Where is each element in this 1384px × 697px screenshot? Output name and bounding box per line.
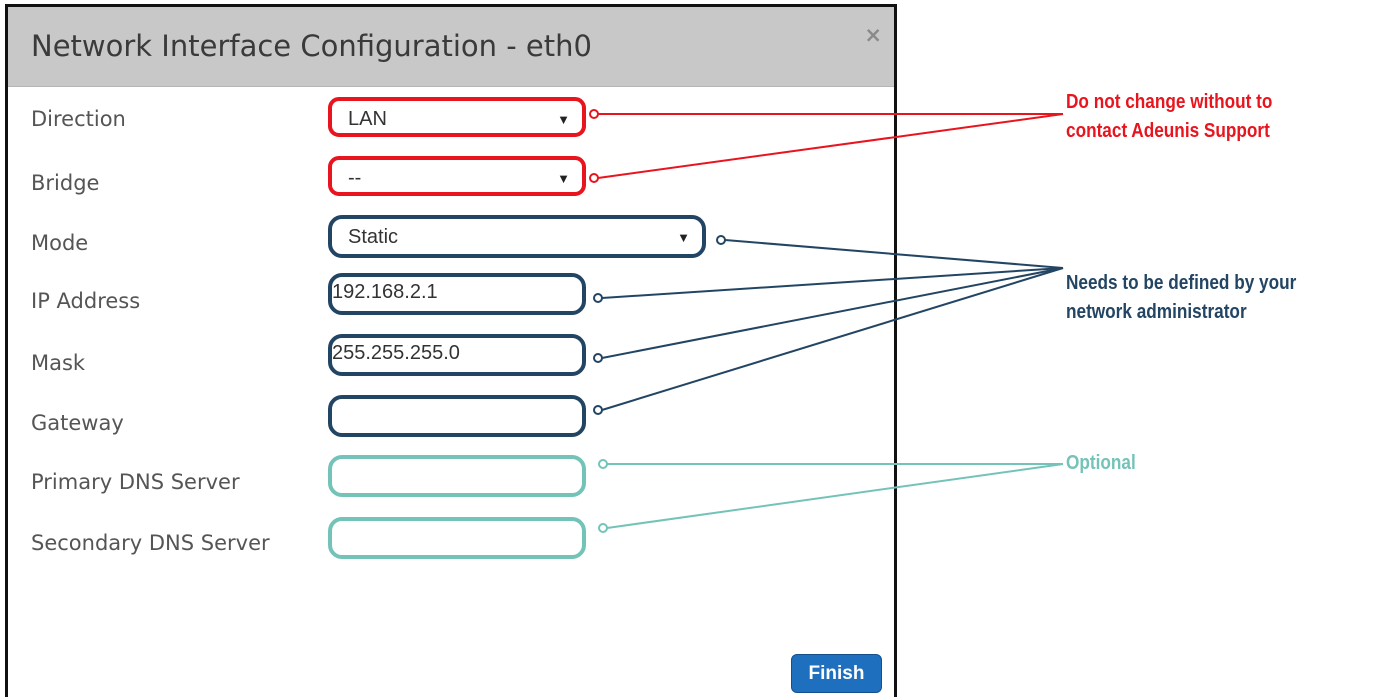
red-dot-direction [589,109,599,119]
annotation-red-line2: contact Adeunis Support [1066,120,1270,142]
teal-dot-secondary-dns [598,523,608,533]
annotation-network-admin: Needs to be defined by your network admi… [1066,269,1296,327]
navy-line-mask [601,267,1064,359]
annotation-do-not-change: Do not change without to contact Adeunis… [1066,88,1272,146]
navy-dot-ip [593,293,603,303]
annotation-navy-line1: Needs to be defined by your [1066,272,1297,294]
red-line-bridge [597,113,1064,179]
navy-line-mode [724,239,1064,269]
navy-callout-lines [593,235,1064,415]
teal-line-secondary-dns [606,463,1064,529]
navy-dot-mode [716,235,726,245]
annotation-navy-line2: network administrator [1066,301,1247,323]
annotation-teal-line1: Optional [1066,452,1136,474]
navy-line-gateway [601,267,1064,411]
red-dot-bridge [589,173,599,183]
annotation-optional: Optional [1066,449,1136,478]
navy-line-ip [601,267,1064,299]
annotation-red-line1: Do not change without to [1066,91,1273,113]
teal-dot-primary-dns [598,459,608,469]
navy-dot-mask [593,353,603,363]
navy-dot-gateway [593,405,603,415]
red-callout-lines [589,109,1064,183]
teal-callout-lines [598,459,1064,533]
